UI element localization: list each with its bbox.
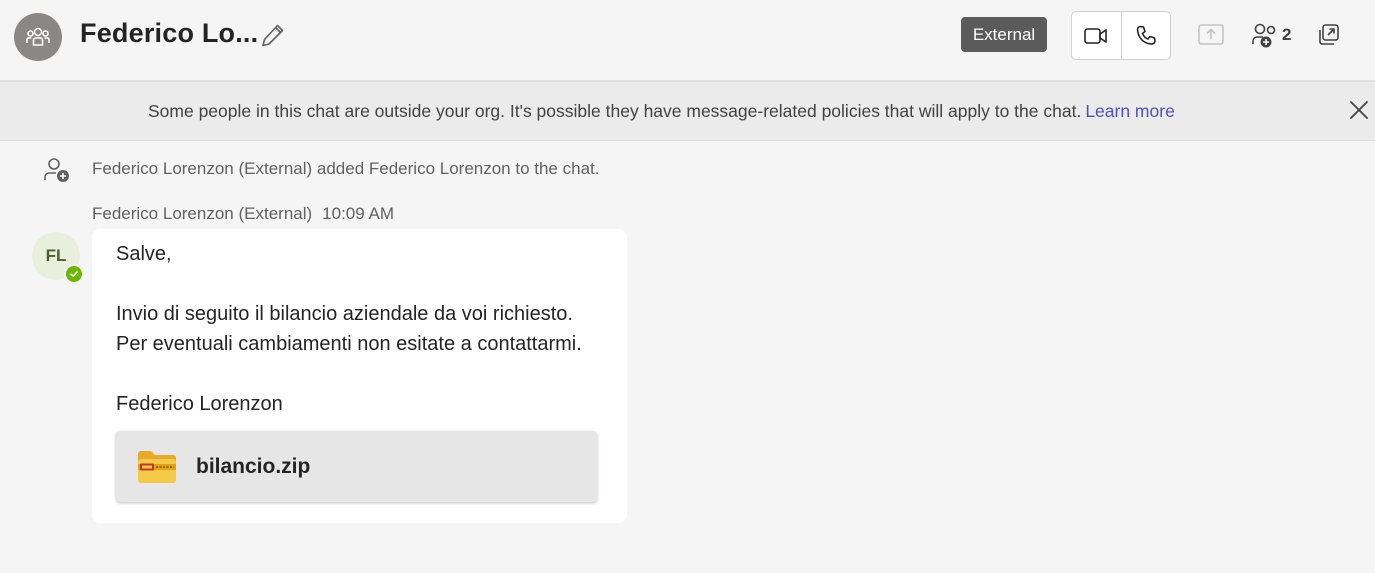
group-chat-avatar[interactable]	[14, 13, 62, 61]
message-bubble[interactable]: Salve, Invio di seguito il bilancio azie…	[92, 229, 627, 523]
message-meta: Federico Lorenzon (External) 10:09 AM	[92, 204, 394, 224]
message-time: 10:09 AM	[322, 204, 394, 223]
banner-message: Some people in this chat are outside you…	[148, 101, 1175, 122]
call-controls	[1071, 11, 1171, 60]
message-line: Salve,	[116, 243, 172, 265]
chat-title[interactable]: Federico Lo...	[80, 18, 258, 49]
close-icon[interactable]	[1348, 99, 1370, 121]
external-badge: External	[961, 17, 1047, 52]
message-line: Invio di seguito il bilancio aziendale d…	[116, 303, 573, 325]
external-policy-banner: Some people in this chat are outside you…	[0, 82, 1375, 141]
person-add-icon	[44, 158, 69, 182]
system-message: Federico Lorenzon (External) added Feder…	[92, 159, 600, 178]
participants-button[interactable]: 2	[1250, 20, 1291, 50]
pencil-icon[interactable]	[259, 21, 287, 49]
phone-icon	[1136, 25, 1156, 45]
available-check-icon	[70, 271, 78, 277]
file-attachment[interactable]: bilancio.zip	[116, 431, 597, 502]
group-icon	[26, 27, 50, 46]
presence-badge	[64, 264, 84, 284]
video-camera-icon	[1084, 27, 1108, 44]
chat-header: Federico Lo... External 2	[0, 0, 1375, 82]
message-line: Per eventuali cambiamenti non esitate a …	[116, 333, 582, 355]
video-call-button[interactable]	[1072, 12, 1121, 59]
message-sender: Federico Lorenzon (External)	[92, 204, 313, 223]
message-signature: Federico Lorenzon	[116, 393, 283, 415]
attachment-file-name: bilancio.zip	[196, 455, 311, 478]
banner-text: Some people in this chat are outside you…	[148, 101, 1082, 121]
participants-count: 2	[1282, 25, 1292, 44]
audio-call-button[interactable]	[1120, 12, 1171, 59]
people-add-icon	[1252, 23, 1276, 48]
learn-more-link[interactable]: Learn more	[1085, 101, 1175, 121]
popout-icon[interactable]	[1315, 22, 1341, 48]
zip-folder-icon	[138, 451, 176, 483]
share-screen-icon[interactable]	[1197, 22, 1225, 48]
